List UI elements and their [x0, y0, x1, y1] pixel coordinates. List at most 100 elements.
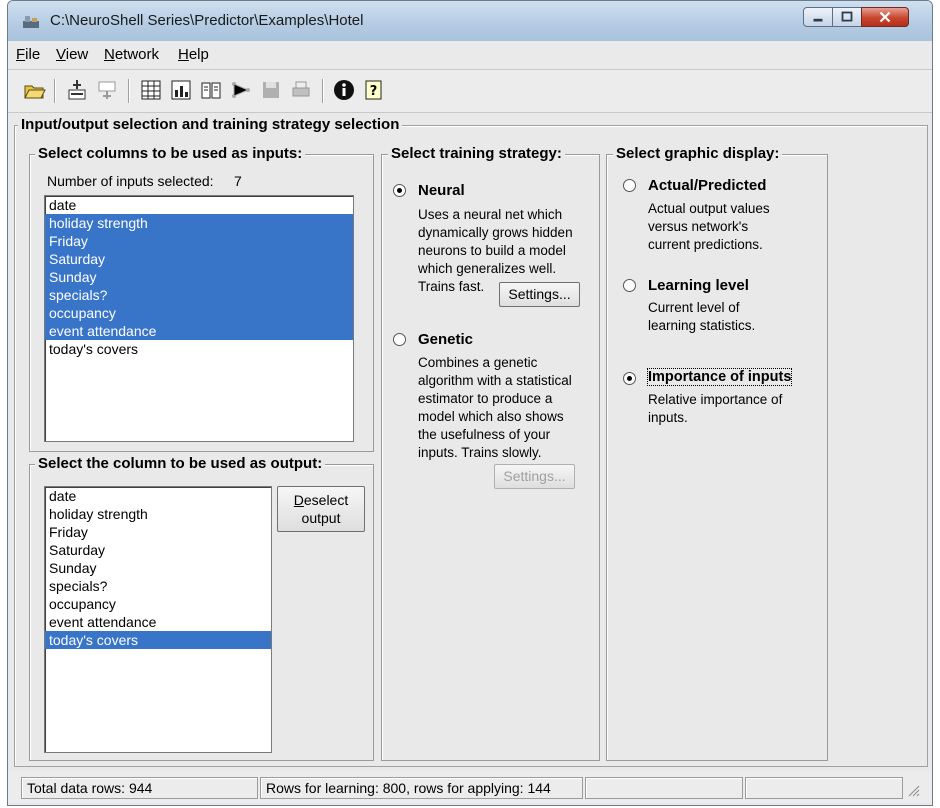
graphic-display-title: Select graphic display:: [613, 145, 783, 162]
menu-network[interactable]: Network: [104, 46, 159, 63]
status-bar: Total data rows: 944 Rows for learning: …: [8, 771, 932, 803]
minimize-button[interactable]: [803, 7, 833, 27]
status-rows-split: Rows for learning: 800, rows for applyin…: [260, 777, 583, 799]
menu-network-label: etwork: [114, 46, 160, 63]
genetic-desc-line: estimator to produce a: [418, 391, 553, 406]
output-list-item[interactable]: date: [45, 487, 271, 505]
importance-desc-line: inputs.: [648, 410, 688, 425]
resize-grip-icon[interactable]: [906, 783, 920, 797]
status-total-rows: Total data rows: 944: [21, 777, 258, 799]
learning-level-label: Learning level: [648, 277, 749, 294]
learning-desc-line: learning statistics.: [648, 318, 756, 333]
remove-icon[interactable]: [95, 78, 119, 102]
genetic-radio[interactable]: [393, 333, 406, 346]
menu-network-accel: N: [104, 46, 115, 63]
output-list-item[interactable]: Friday: [45, 523, 271, 541]
toolbar-separator: [128, 79, 130, 103]
window-title: C:\NeuroShell Series\Predictor\Examples\…: [50, 12, 364, 29]
menu-help[interactable]: Help: [178, 46, 209, 63]
actual-predicted-description: Actual output values versus network's cu…: [648, 200, 818, 254]
deselect-line2: output: [301, 510, 341, 526]
training-strategy-title: Select training strategy:: [388, 145, 565, 162]
open-folder-icon[interactable]: [23, 78, 47, 102]
book-icon[interactable]: [199, 78, 223, 102]
menu-bar: File View Network Help: [8, 41, 932, 70]
inputs-group-title: Select columns to be used as inputs:: [35, 145, 306, 162]
svg-text:?: ?: [370, 84, 378, 99]
output-list-item[interactable]: Sunday: [45, 559, 271, 577]
inputs-list-item[interactable]: specials?: [45, 286, 353, 304]
close-button[interactable]: [861, 7, 909, 27]
learning-desc-line: Current level of: [648, 300, 740, 315]
output-group-title: Select the column to be used as output:: [35, 455, 326, 472]
genetic-desc-line: Combines a genetic: [418, 355, 538, 370]
menu-help-accel: H: [178, 46, 189, 63]
inputs-list-item[interactable]: date: [45, 196, 353, 214]
output-list-item[interactable]: Saturday: [45, 541, 271, 559]
importance-inputs-label: Importance of inputs: [646, 368, 793, 386]
neural-desc-line: dynamically grows hidden: [418, 225, 573, 240]
genetic-settings-button[interactable]: Settings...: [494, 464, 575, 489]
menu-help-label: elp: [188, 46, 209, 63]
actual-predicted-label: Actual/Predicted: [648, 177, 767, 194]
actual-predicted-radio[interactable]: [623, 179, 636, 192]
neural-desc-line: neurons to build a model: [418, 243, 566, 258]
inputs-list-item[interactable]: today's covers: [45, 340, 353, 358]
inputs-list-item[interactable]: Saturday: [45, 250, 353, 268]
output-list-item[interactable]: specials?: [45, 577, 271, 595]
save-icon[interactable]: [259, 78, 283, 102]
app-icon: [23, 16, 39, 28]
toolbar: ?: [8, 70, 932, 113]
actual-desc-line: current predictions.: [648, 237, 763, 252]
genetic-label: Genetic: [418, 331, 474, 348]
menu-view-label: iew: [65, 46, 89, 63]
genetic-desc-line: inputs. Trains slowly.: [418, 445, 542, 460]
learning-level-radio[interactable]: [623, 279, 636, 292]
learning-level-description: Current level of learning statistics.: [648, 299, 818, 335]
network-icon[interactable]: [229, 78, 253, 102]
menu-file-accel: F: [16, 46, 26, 63]
menu-view[interactable]: View: [56, 46, 88, 63]
output-list-item[interactable]: occupancy: [45, 595, 271, 613]
deselect-line1: eselect: [303, 492, 349, 508]
neural-settings-button[interactable]: Settings...: [499, 282, 580, 307]
help-icon[interactable]: ?: [362, 78, 386, 102]
genetic-description: Combines a genetic algorithm with a stat…: [418, 354, 593, 462]
status-empty-1: [585, 777, 743, 799]
inputs-list-item[interactable]: Sunday: [45, 268, 353, 286]
menu-view-accel: V: [56, 46, 66, 63]
info-icon[interactable]: [332, 78, 356, 102]
output-list-item[interactable]: holiday strength: [45, 505, 271, 523]
neural-label: Neural: [418, 182, 465, 199]
chart-icon[interactable]: [169, 78, 193, 102]
grid-icon[interactable]: [139, 78, 163, 102]
neural-desc-line: which generalizes well.: [418, 261, 557, 276]
close-icon: [879, 11, 891, 23]
app-window: C:\NeuroShell Series\Predictor\Examples\…: [7, 0, 933, 806]
genetic-desc-line: model which also shows: [418, 409, 564, 424]
toolbar-separator: [54, 79, 56, 103]
inputs-list-item[interactable]: occupancy: [45, 304, 353, 322]
maximize-icon: [841, 11, 853, 22]
output-listbox[interactable]: date holiday strength Friday Saturday Sunday…: [44, 486, 272, 753]
title-bar[interactable]: C:\NeuroShell Series\Predictor\Examples\…: [8, 1, 932, 41]
inputs-listbox[interactable]: date holiday strength Friday Saturday Sunday…: [44, 195, 354, 442]
neural-desc-line: Uses a neural net which: [418, 207, 563, 222]
maximize-button[interactable]: [832, 7, 862, 27]
print-icon[interactable]: [289, 78, 313, 102]
genetic-desc-line: the usefulness of your: [418, 427, 551, 442]
actual-desc-line: versus network's: [648, 219, 749, 234]
importance-desc-line: Relative importance of: [648, 392, 783, 407]
deselect-accel: D: [293, 492, 304, 508]
inputs-list-item[interactable]: event attendance: [45, 322, 353, 340]
add-icon[interactable]: [65, 78, 89, 102]
importance-inputs-radio[interactable]: [623, 372, 636, 385]
menu-file[interactable]: File: [16, 46, 40, 63]
neural-radio[interactable]: [393, 184, 406, 197]
io-selection-title: Input/output selection and training stra…: [18, 116, 403, 133]
output-list-item[interactable]: event attendance: [45, 613, 271, 631]
output-list-item[interactable]: today's covers: [45, 631, 271, 649]
inputs-list-item[interactable]: Friday: [45, 232, 353, 250]
inputs-list-item[interactable]: holiday strength: [45, 214, 353, 232]
deselect-output-button[interactable]: Deselect output: [277, 486, 365, 532]
